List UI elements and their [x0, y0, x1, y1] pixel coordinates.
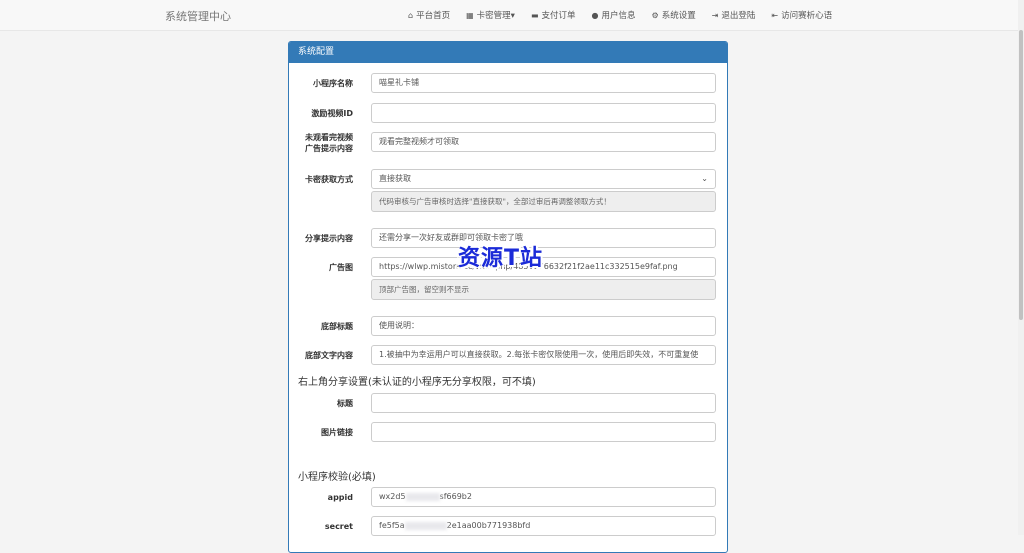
login-icon: ⇤	[771, 10, 779, 20]
ad-image-help: 顶部广告图，留空则不显示	[371, 279, 716, 300]
nav-menu: ⌂ 平台首页 ▦ 卡密管理▾ ▬ 支付订单 ● 用户信息 ⚙ 系统设置 ⇥ 退出登陆 ⇤ 访问…	[408, 9, 848, 22]
nav-label: 卡密管理▾	[476, 11, 515, 21]
panel-title: 系统配置	[289, 42, 727, 63]
brand-title[interactable]: 系统管理中心	[165, 8, 231, 24]
secret-input[interactable]: fe5f5a 2e1aa00b771938bfd	[371, 516, 716, 536]
scrollbar-thumb[interactable]	[1019, 30, 1023, 320]
ad-tip-label-line2: 广告提示内容	[305, 144, 353, 153]
secret-prefix: fe5f5a	[379, 521, 405, 530]
nav-item-settings[interactable]: ⚙ 系统设置	[651, 9, 696, 22]
video-id-input[interactable]	[371, 103, 716, 123]
redaction-blur	[404, 521, 447, 530]
ad-tip-input[interactable]: 观看完整视频才可领取	[371, 132, 716, 152]
appid-label: appid	[327, 493, 353, 502]
footer-text-input[interactable]: 1.被抽中为幸运用户可以直接获取。2.每张卡密仅限使用一次，使用后即失效，不可重…	[371, 345, 716, 365]
nav-item-visit[interactable]: ⇤ 访问赛析心语	[771, 9, 833, 22]
share-image-input[interactable]	[371, 422, 716, 442]
app-name-label: 小程序名称	[313, 79, 353, 88]
share-title-label: 标题	[337, 399, 353, 408]
nav-item-logout[interactable]: ⇥ 退出登陆	[711, 9, 756, 22]
appid-input[interactable]: wx2d5 sf669b2	[371, 487, 716, 507]
get-mode-label: 卡密获取方式	[305, 175, 353, 184]
ad-image-label: 广告图	[329, 263, 353, 272]
nav-item-card-manage[interactable]: ▦ 卡密管理▾	[466, 9, 515, 22]
ad-image-input[interactable]: https://wlwp.mistora.cc/view.php/4856176…	[371, 257, 716, 277]
chevron-down-icon: ⌄	[701, 174, 708, 183]
card-icon: ▬	[530, 10, 539, 20]
video-id-label: 激励视频ID	[311, 109, 353, 118]
config-panel: 系统配置 小程序名称 喵星礼卡铺 激励视频ID 未观看完视频 广告提示内容 观看…	[288, 41, 728, 553]
nav-label: 访问赛析心语	[781, 11, 833, 21]
share-tip-label: 分享提示内容	[305, 234, 353, 243]
share-tip-input[interactable]: 还需分享一次好友或群即可领取卡密了哦	[371, 228, 716, 248]
app-name-input[interactable]: 喵星礼卡铺	[371, 73, 716, 93]
nav-item-users[interactable]: ● 用户信息	[591, 9, 636, 22]
user-icon: ●	[591, 10, 599, 20]
verify-section-title: 小程序校验(必填)	[298, 472, 376, 483]
secret-suffix: 2e1aa00b771938bfd	[446, 521, 531, 530]
nav-item-orders[interactable]: ▬ 支付订单	[530, 9, 576, 22]
grid-icon: ▦	[466, 10, 474, 20]
nav-item-home[interactable]: ⌂ 平台首页	[408, 9, 451, 22]
home-icon: ⌂	[408, 10, 414, 20]
nav-label: 用户信息	[601, 11, 636, 21]
appid-prefix: wx2d5	[379, 492, 406, 501]
redaction-blur	[405, 492, 440, 501]
top-navbar: 系统管理中心 ⌂ 平台首页 ▦ 卡密管理▾ ▬ 支付订单 ● 用户信息 ⚙ 系统设置 ⇥ 退…	[0, 0, 1024, 31]
logout-icon: ⇥	[711, 10, 719, 20]
footer-title-input[interactable]: 使用说明：	[371, 316, 716, 336]
nav-label: 支付订单	[541, 11, 576, 21]
footer-title-label: 底部标题	[321, 322, 353, 331]
ad-tip-label-line1: 未观看完视频	[305, 133, 353, 142]
secret-label: secret	[324, 522, 353, 531]
appid-suffix: sf669b2	[439, 492, 472, 501]
share-section-title: 右上角分享设置(未认证的小程序无分享权限，可不填)	[298, 377, 536, 388]
gear-icon: ⚙	[651, 10, 659, 20]
scrollbar[interactable]	[1018, 0, 1024, 535]
get-mode-select[interactable]: 直接获取 ⌄	[371, 169, 716, 189]
nav-label: 系统设置	[661, 11, 696, 21]
ad-tip-label: 未观看完视频 广告提示内容	[289, 132, 353, 154]
nav-label: 退出登陆	[721, 11, 756, 21]
footer-text-label: 底部文字内容	[305, 351, 353, 360]
get-mode-value: 直接获取	[379, 174, 411, 183]
share-title-input[interactable]	[371, 393, 716, 413]
get-mode-help: 代码审核与广告审核时选择"直接获取"，全部过审后再调整领取方式！	[371, 191, 716, 212]
nav-label: 平台首页	[416, 11, 451, 21]
watermark-text: 资源T站	[458, 246, 544, 271]
share-image-label: 图片链接	[321, 428, 353, 437]
